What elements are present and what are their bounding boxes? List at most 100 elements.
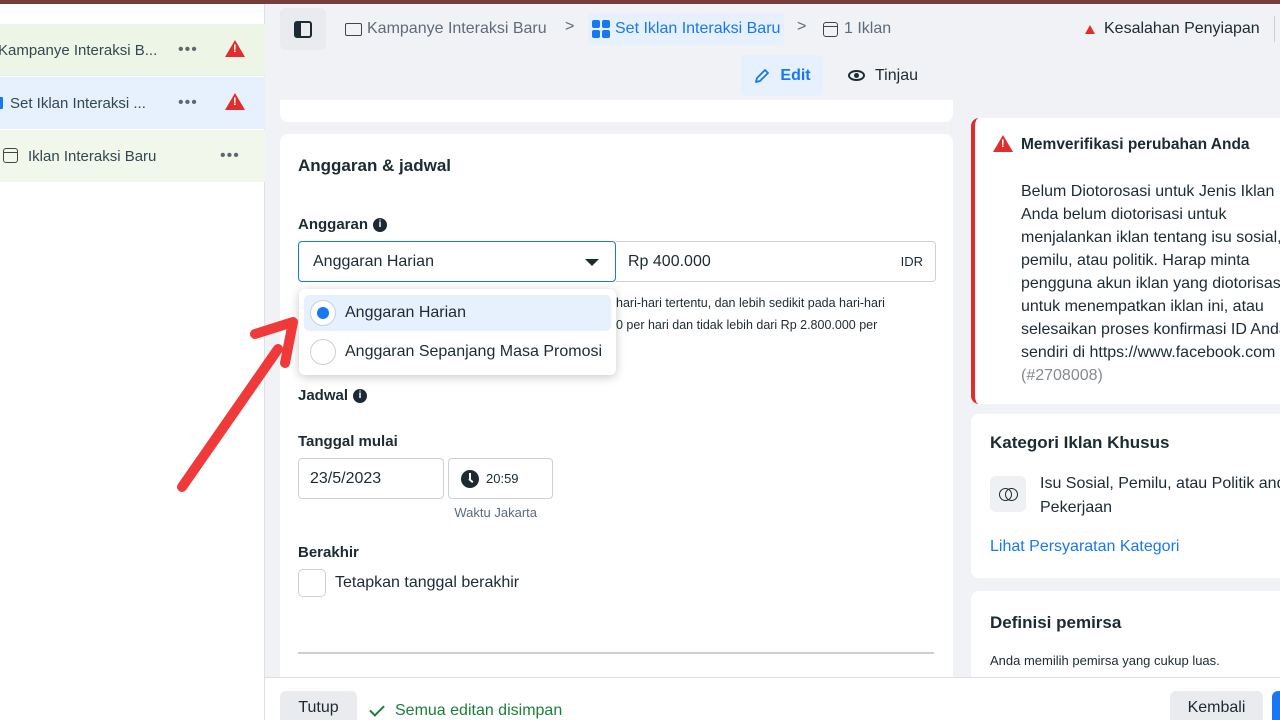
schedule-label: Jadwal i (298, 387, 368, 404)
close-button[interactable]: Tutup (280, 691, 357, 720)
audience-definition-card: Definisi pemirsa Anda memilih pemirsa ya… (971, 591, 1280, 681)
sidebar-item-label: Kampanye Interaksi B... (0, 41, 158, 59)
alert-line: menjalankan iklan tentang isu sosial, (1021, 229, 1280, 246)
breadcrumb-adset[interactable]: Set Iklan Interaksi Baru (588, 13, 785, 45)
edit-label: Edit (780, 66, 811, 84)
schedule-label-text: Jadwal (298, 387, 349, 404)
saved-label: Semua editan disimpan (395, 702, 563, 719)
budget-label: Anggaran i (298, 216, 388, 233)
toggle-sidebar-button[interactable] (280, 8, 326, 50)
alert-line: pengguna akun iklan yang diotorisasi (1021, 275, 1280, 292)
warning-icon (993, 135, 1013, 152)
start-time-value: 20:59 (486, 471, 519, 486)
helper-line: hari-hari tertentu, dan lebih sedikit pa… (616, 296, 885, 310)
breadcrumb-campaign[interactable]: Kampanye Interaksi Baru (345, 20, 547, 38)
breadcrumb-campaign-label: Kampanye Interaksi Baru (367, 20, 547, 37)
chevron-right-icon: > (565, 18, 575, 35)
alert-line: Belum Diotorosasi untuk Jenis Iklan I (1021, 183, 1280, 200)
ad-icon (3, 148, 18, 163)
close-label: Tutup (298, 699, 339, 716)
next-button[interactable] (1272, 691, 1280, 720)
special-category-card: Kategori Iklan Khusus Isu Sosial, Pemilu… (971, 414, 1280, 578)
previous-card (280, 100, 953, 122)
caret-down-icon (585, 259, 599, 266)
alert-body: Belum Diotorosasi untuk Jenis Iklan I An… (1021, 180, 1280, 387)
option-label: Anggaran Harian (345, 304, 466, 321)
pencil-icon (755, 68, 770, 83)
clock-icon (461, 469, 479, 488)
audience-title: Definisi pemirsa (990, 613, 1122, 632)
ad-icon (823, 21, 838, 37)
eye-icon (848, 70, 865, 81)
budget-type-select[interactable]: Anggaran Harian (298, 241, 616, 282)
back-label: Kembali (1187, 699, 1246, 716)
start-date-input[interactable]: 23/5/2023 (298, 458, 444, 499)
sidebar-item-adset[interactable]: Set Iklan Interaksi ... ••• (0, 77, 265, 129)
breadcrumb-adset-label: Set Iklan Interaksi Baru (615, 20, 781, 37)
alert-line: pemilu, atau politik. Harap minta (1021, 252, 1250, 269)
option-daily-budget[interactable]: Anggaran Harian (304, 295, 611, 331)
audience-subtitle: Anda memilih pemirsa yang cukup luas. (990, 653, 1220, 668)
alert-line: (#2708008) (1021, 367, 1103, 384)
option-lifetime-budget[interactable]: Anggaran Sepanjang Masa Promosi (304, 334, 611, 370)
option-label: Anggaran Sepanjang Masa Promosi (345, 343, 603, 360)
back-button[interactable]: Kembali (1170, 691, 1263, 720)
folder-icon (345, 22, 362, 36)
alert-line: sendiri di https://www.facebook.com (1021, 344, 1276, 361)
budget-type-value: Anggaran Harian (313, 252, 434, 270)
view-category-requirements-link[interactable]: Lihat Persyaratan Kategori (990, 538, 1179, 556)
breadcrumb-ads-label: 1 Iklan (844, 20, 892, 37)
adset-icon (0, 97, 3, 109)
more-options-icon[interactable]: ••• (178, 41, 198, 59)
edit-mode-button[interactable]: Edit (741, 55, 823, 96)
helper-line: 0 per hari dan tidak lebih dari Rp 2.800… (616, 318, 878, 332)
alert-line: selesaikan proses konfirmasi ID Anda (1021, 321, 1280, 338)
breadcrumb-ads[interactable]: 1 Iklan (823, 20, 891, 38)
end-label: Berakhir (298, 544, 359, 561)
warning-icon (225, 40, 245, 57)
alert-title: Memverifikasi perubahan Anda (1021, 136, 1250, 153)
budget-label-text: Anggaran (298, 216, 369, 233)
more-options-icon[interactable]: ••• (178, 94, 198, 112)
divider (1274, 16, 1275, 42)
start-date-value: 23/5/2023 (310, 469, 382, 487)
start-date-label: Tanggal mulai (298, 433, 398, 450)
alert-line: Anda belum diotorisasi untuk (1021, 206, 1227, 223)
error-icon (1085, 24, 1095, 34)
end-date-checkbox-label[interactable]: Tetapkan tanggal berakhir (335, 574, 519, 592)
review-mode-button[interactable]: Tinjau (838, 55, 928, 96)
radio-empty-icon (310, 339, 336, 365)
radio-selected-icon (310, 300, 336, 326)
rings-icon (999, 488, 1018, 501)
budget-amount-value: Rp 400.000 (628, 252, 711, 270)
timezone-label: Waktu Jakarta (454, 505, 537, 520)
alert-line: untuk menempatkan iklan ini, atau (1021, 298, 1264, 315)
section-divider (298, 652, 934, 654)
saved-status: Semua editan disimpan (369, 701, 563, 720)
info-icon[interactable]: i (373, 217, 388, 232)
adset-grid-icon (592, 20, 610, 38)
info-icon[interactable]: i (353, 388, 368, 403)
sidebar-item-campaign[interactable]: Kampanye Interaksi B... ••• (0, 24, 265, 76)
budget-amount-input[interactable]: Rp 400.000 IDR (616, 241, 936, 282)
review-label: Tinjau (875, 66, 918, 84)
sidebar-item-label: Iklan Interaksi Baru (28, 147, 157, 165)
end-date-checkbox[interactable] (298, 569, 326, 597)
start-time-input[interactable]: 20:59 (448, 458, 553, 499)
currency-label: IDR (900, 254, 923, 269)
special-category-value: Isu Sosial, Pemilu, atau Politik and Pek… (1040, 472, 1280, 520)
check-icon (369, 701, 385, 717)
category-line: Pekerjaan (1040, 499, 1113, 516)
budget-helper-text: hari-hari tertentu, dan lebih sedikit pa… (616, 292, 936, 336)
more-options-icon[interactable]: ••• (220, 147, 240, 165)
section-title: Anggaran & jadwal (298, 156, 452, 175)
special-category-title: Kategori Iklan Khusus (990, 433, 1170, 452)
sidebar-item-label: Set Iklan Interaksi ... (10, 94, 146, 112)
verification-alert: Memverifikasi perubahan Anda Belum Dioto… (971, 118, 1280, 404)
chevron-right-icon: > (797, 18, 807, 35)
setup-error-status[interactable]: Kesalahan Penyiapan (1085, 20, 1260, 38)
sidebar-item-ad[interactable]: Iklan Interaksi Baru ••• (0, 130, 265, 182)
category-line: Isu Sosial, Pemilu, atau Politik and (1040, 475, 1280, 492)
category-icon (990, 476, 1026, 512)
budget-type-dropdown: Anggaran Harian Anggaran Sepanjang Masa … (299, 289, 616, 375)
